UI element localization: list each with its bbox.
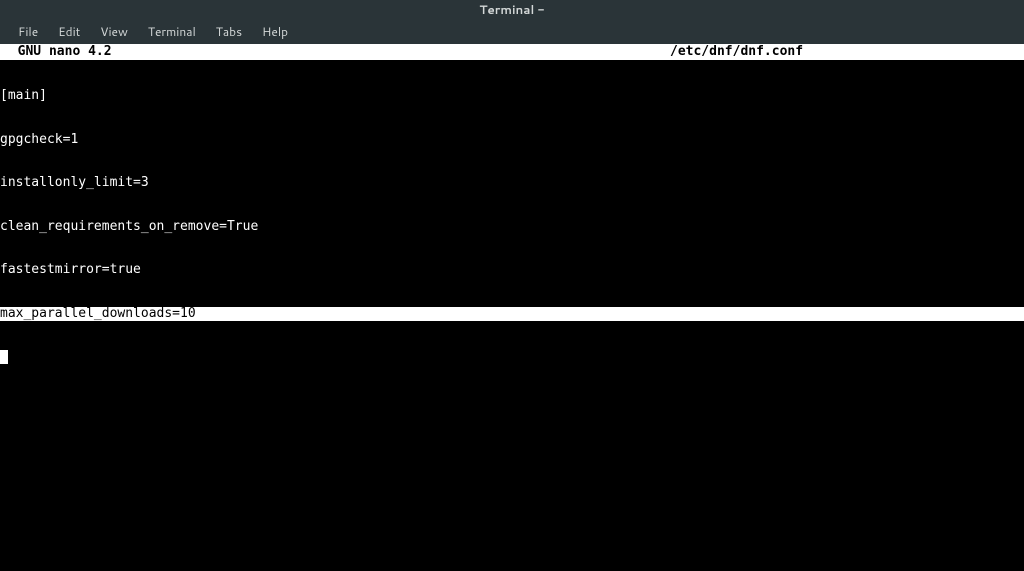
menu-tabs[interactable]: Tabs bbox=[206, 20, 252, 44]
window-title: Terminal - bbox=[479, 1, 544, 18]
menubar: File Edit View Terminal Tabs Help bbox=[0, 20, 1024, 44]
editor-line[interactable]: fastestmirror=true bbox=[0, 263, 1024, 278]
menu-file[interactable]: File bbox=[8, 20, 48, 44]
editor-cursor-line[interactable] bbox=[0, 350, 1024, 365]
text-cursor bbox=[0, 350, 8, 364]
editor-line[interactable]: clean_requirements_on_remove=True bbox=[0, 220, 1024, 235]
menu-terminal[interactable]: Terminal bbox=[138, 20, 206, 44]
editor-line-current[interactable]: max_parallel_downloads=10 bbox=[0, 307, 1024, 322]
menu-edit[interactable]: Edit bbox=[48, 20, 90, 44]
editor-line[interactable]: installonly_limit=3 bbox=[0, 176, 1024, 191]
menu-help[interactable]: Help bbox=[252, 20, 298, 44]
nano-header: GNU nano 4.2 /etc/dnf/dnf.conf bbox=[0, 44, 1024, 60]
nano-app-label: GNU nano 4.2 bbox=[0, 44, 112, 60]
menu-view[interactable]: View bbox=[90, 20, 138, 44]
editor-area[interactable]: [main] gpgcheck=1 installonly_limit=3 cl… bbox=[0, 60, 1024, 571]
nano-file-path: /etc/dnf/dnf.conf bbox=[670, 44, 803, 60]
editor-line[interactable]: [main] bbox=[0, 89, 1024, 104]
window-titlebar: Terminal - bbox=[0, 0, 1024, 20]
editor-line[interactable]: gpgcheck=1 bbox=[0, 133, 1024, 148]
